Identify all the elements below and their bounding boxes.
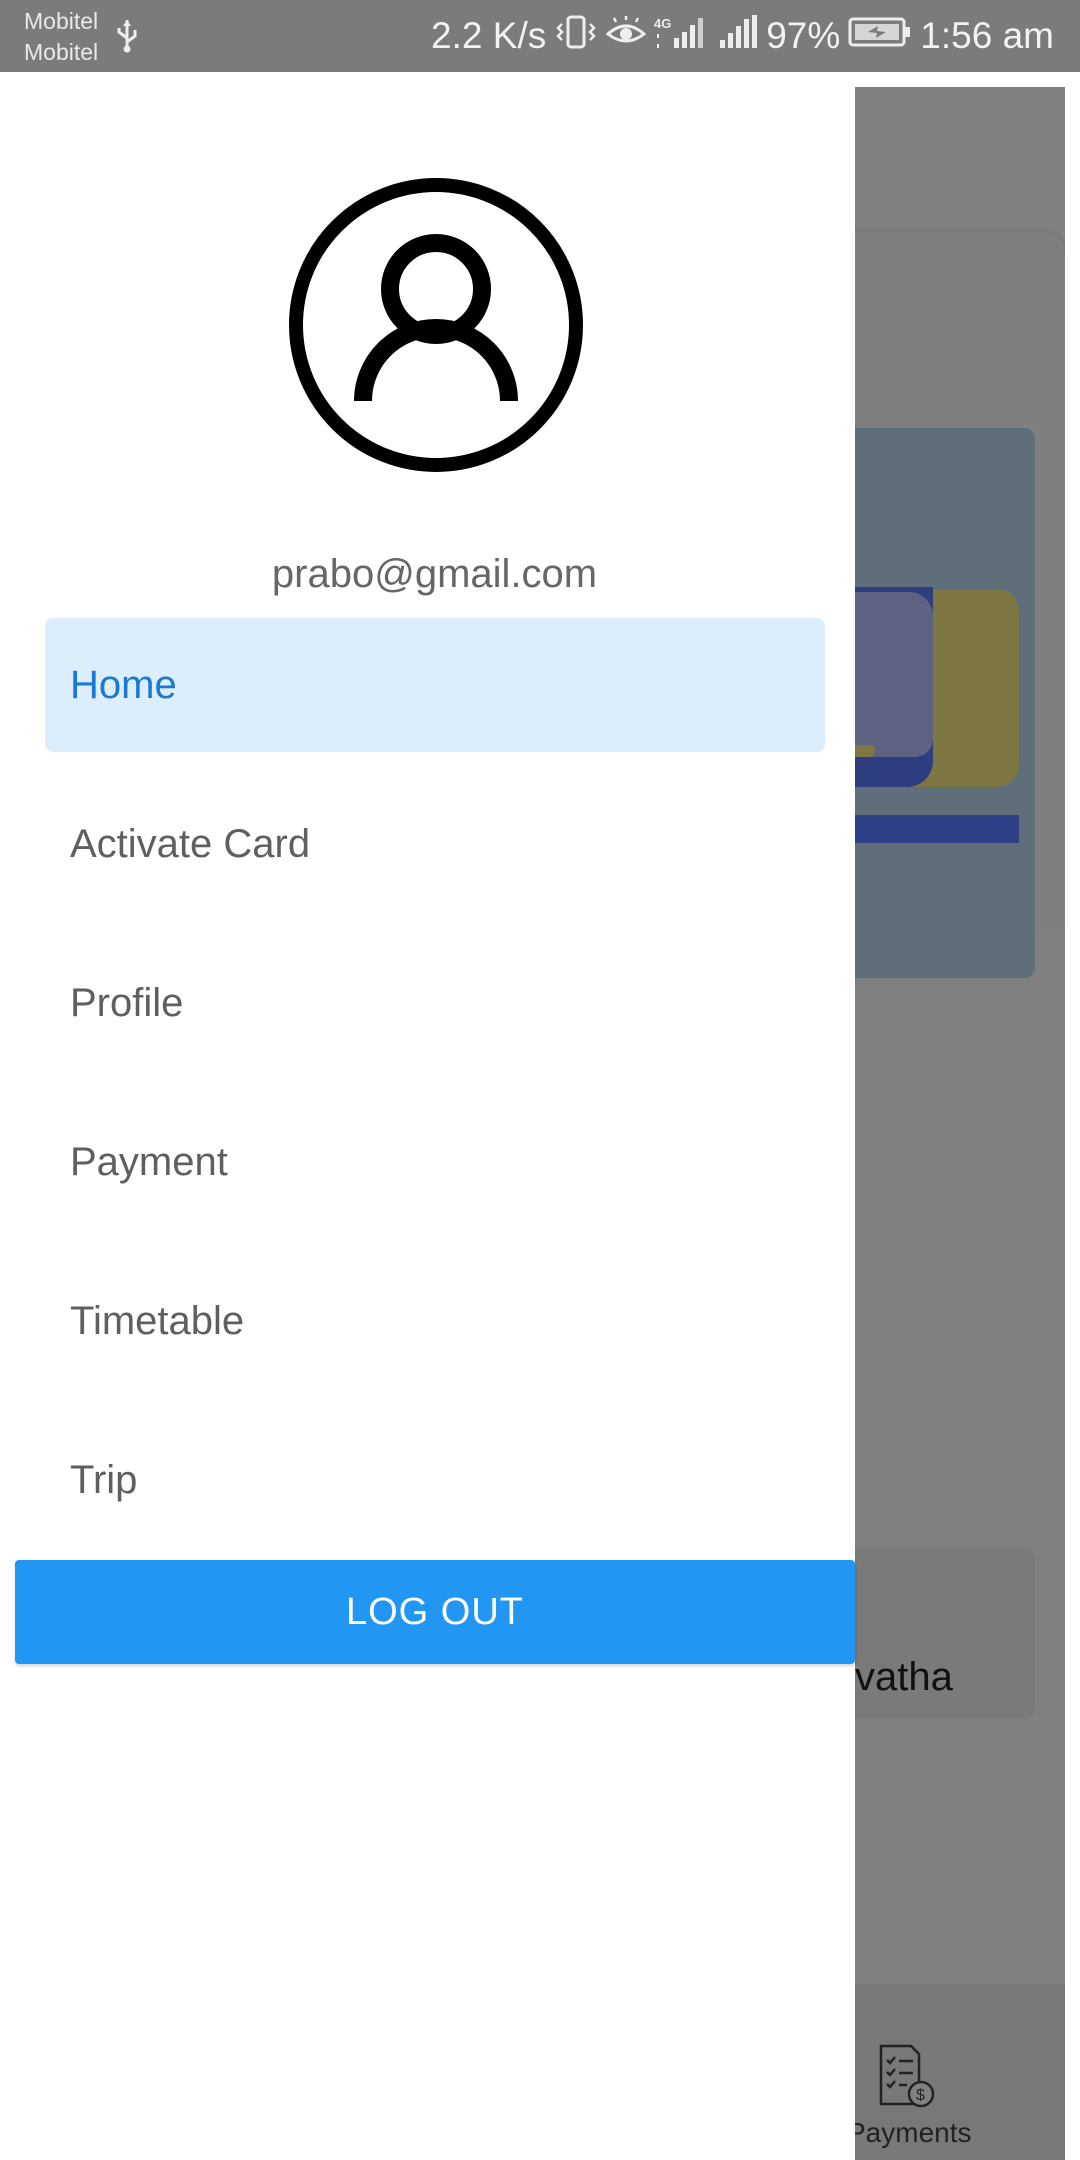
card-illustration-overlay <box>855 592 933 757</box>
battery-percent: 97% <box>766 15 841 56</box>
drawer-item-trip[interactable]: Trip <box>45 1413 825 1547</box>
drawer-item-label: Timetable <box>70 1298 245 1343</box>
bottom-nav-payments-label: Payments <box>855 2117 972 2148</box>
card-chip <box>855 745 875 757</box>
carrier-info: Mobitel Mobitel <box>24 6 98 68</box>
account-circle-icon <box>288 177 584 473</box>
carrier-1-label: Mobitel <box>24 8 99 34</box>
background-name-text: vatha <box>855 1655 953 1699</box>
svg-text:4G: 4G <box>654 16 671 31</box>
signal-icon <box>718 14 758 59</box>
usb-icon <box>114 18 140 59</box>
drawer-item-home[interactable]: Home <box>45 618 825 752</box>
vibrate-icon <box>554 14 598 59</box>
navigation-drawer: prabo@gmail.com Home Activate Card Profi… <box>0 72 855 2160</box>
drawer-item-label: Profile <box>70 980 184 1025</box>
background-app-scrim[interactable]: vatha $ Payments <box>855 87 1065 2160</box>
carrier-2-label: Mobitel <box>24 39 99 65</box>
eye-icon <box>605 15 647 57</box>
status-bar: Mobitel Mobitel 2.2 K/s 4G 97% 1:56 am <box>0 0 1080 72</box>
signal-4g-icon: 4G <box>654 14 710 59</box>
logout-button[interactable]: LOG OUT <box>15 1560 855 1664</box>
svg-text:$: $ <box>916 2087 925 2104</box>
invoice-dollar-icon: $ <box>875 2042 937 2115</box>
net-speed: 2.2 K/s <box>431 15 547 56</box>
wallet-stripe <box>855 815 1019 843</box>
drawer-item-label: Activate Card <box>70 821 311 866</box>
user-email: prabo@gmail.com <box>271 552 598 596</box>
drawer-item-activate-card[interactable]: Activate Card <box>45 777 825 911</box>
drawer-item-payment[interactable]: Payment <box>45 1095 825 1229</box>
clock: 1:56 am <box>920 15 1054 56</box>
drawer-item-profile[interactable]: Profile <box>45 936 825 1070</box>
drawer-item-timetable[interactable]: Timetable <box>45 1254 825 1388</box>
drawer-item-label: Trip <box>70 1457 138 1502</box>
battery-charging-icon <box>848 15 912 57</box>
logout-button-label: LOG OUT <box>345 1590 525 1633</box>
status-right: 2.2 K/s 4G 97% 1:56 am <box>431 0 1054 72</box>
drawer-item-label: Payment <box>70 1139 228 1184</box>
drawer-item-label: Home <box>70 662 177 707</box>
